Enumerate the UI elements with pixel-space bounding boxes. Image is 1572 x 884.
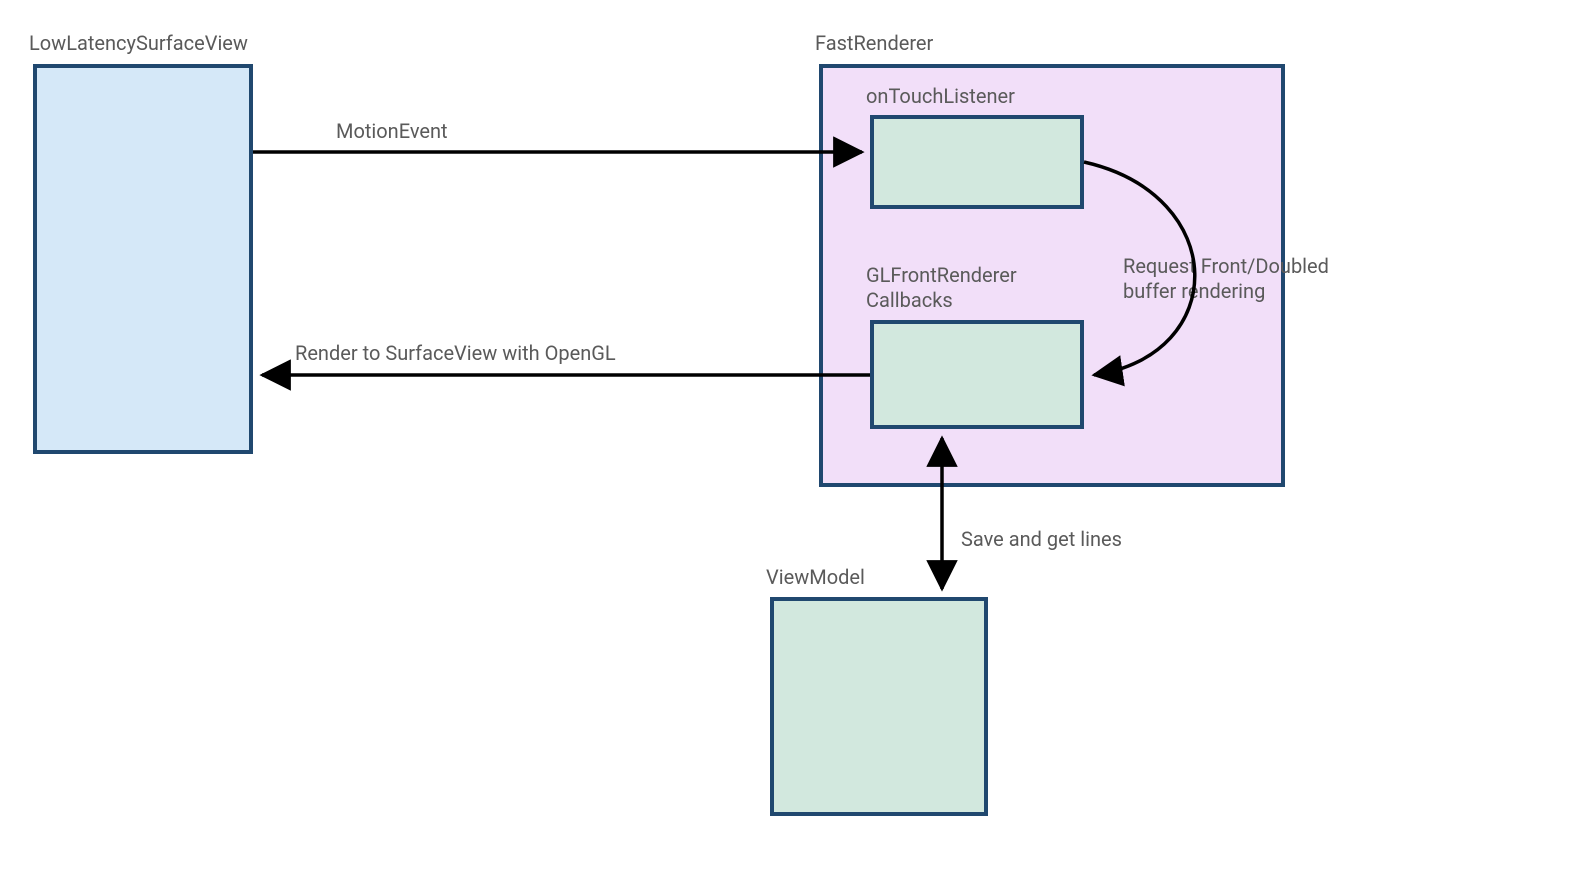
motion-event-edge-label: MotionEvent [336, 119, 448, 144]
save-get-lines-edge-label: Save and get lines [961, 527, 1122, 552]
fast-renderer-label: FastRenderer [815, 31, 933, 56]
on-touch-listener-label: onTouchListener [866, 84, 1015, 109]
low-latency-surface-view-box [33, 64, 253, 454]
view-model-label: ViewModel [766, 565, 865, 590]
diagram-canvas: LowLatencySurfaceView FastRenderer onTou… [0, 0, 1572, 884]
gl-front-renderer-callbacks-box [870, 320, 1084, 429]
gl-front-renderer-callbacks-label: GLFrontRenderer Callbacks [866, 263, 1017, 313]
front-doubled-buffer-edge-label: Request Front/Doubled buffer rendering [1123, 254, 1329, 304]
on-touch-listener-box [870, 115, 1084, 209]
low-latency-surface-view-label: LowLatencySurfaceView [29, 31, 248, 56]
render-opengl-edge-label: Render to SurfaceView with OpenGL [295, 341, 616, 366]
view-model-box [770, 597, 988, 816]
